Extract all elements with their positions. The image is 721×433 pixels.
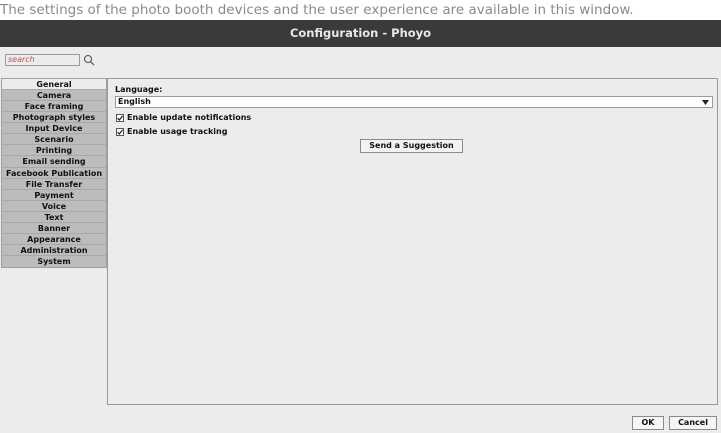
usage-tracking-checkbox[interactable]: [116, 127, 124, 136]
language-select-value: English: [118, 97, 151, 106]
send-suggestion-button[interactable]: Send a Suggestion: [360, 139, 463, 153]
tab-facebook-publication[interactable]: Facebook Publication: [2, 167, 106, 179]
configuration-window: Configuration - Phoyo General Camera Fac…: [0, 20, 721, 433]
category-tabs: General Camera Face framing Photograph s…: [1, 78, 107, 269]
usage-tracking-row[interactable]: Enable usage tracking: [116, 127, 227, 136]
tab-general[interactable]: General: [2, 79, 106, 91]
tab-payment[interactable]: Payment: [2, 189, 106, 201]
cancel-button[interactable]: Cancel: [669, 416, 717, 430]
general-settings-panel: Language: English Enable update notifica…: [107, 78, 718, 405]
tab-text[interactable]: Text: [2, 211, 106, 223]
update-notifications-label: Enable update notifications: [127, 113, 252, 122]
chevron-down-icon: [702, 100, 709, 105]
tab-voice[interactable]: Voice: [2, 200, 106, 212]
search-icon[interactable]: [83, 54, 95, 66]
search-input[interactable]: [5, 53, 80, 66]
update-notifications-checkbox[interactable]: [116, 113, 124, 122]
tab-file-transfer[interactable]: File Transfer: [2, 178, 106, 190]
tab-input-device[interactable]: Input Device: [2, 123, 106, 135]
tab-administration[interactable]: Administration: [2, 244, 106, 256]
checkmark-icon: [117, 128, 123, 135]
tab-photograph-styles[interactable]: Photograph styles: [2, 112, 106, 124]
tab-scenario[interactable]: Scenario: [2, 134, 106, 146]
tab-camera[interactable]: Camera: [2, 90, 106, 102]
tab-email-sending[interactable]: Email sending: [2, 156, 106, 168]
tab-appearance[interactable]: Appearance: [2, 233, 106, 245]
tab-printing[interactable]: Printing: [2, 145, 106, 157]
search-bar: [5, 53, 95, 66]
window-title: Configuration - Phoyo: [0, 20, 721, 47]
usage-tracking-label: Enable usage tracking: [127, 127, 228, 136]
ok-button[interactable]: OK: [632, 416, 664, 430]
update-notifications-row[interactable]: Enable update notifications: [116, 113, 251, 122]
checkmark-icon: [117, 114, 123, 121]
tab-banner[interactable]: Banner: [2, 222, 106, 234]
language-select[interactable]: English: [115, 96, 713, 108]
language-label: Language:: [115, 85, 163, 94]
screenshot-caption: The settings of the photo booth devices …: [0, 2, 634, 18]
tab-face-framing[interactable]: Face framing: [2, 101, 106, 113]
tab-system[interactable]: System: [2, 256, 106, 268]
